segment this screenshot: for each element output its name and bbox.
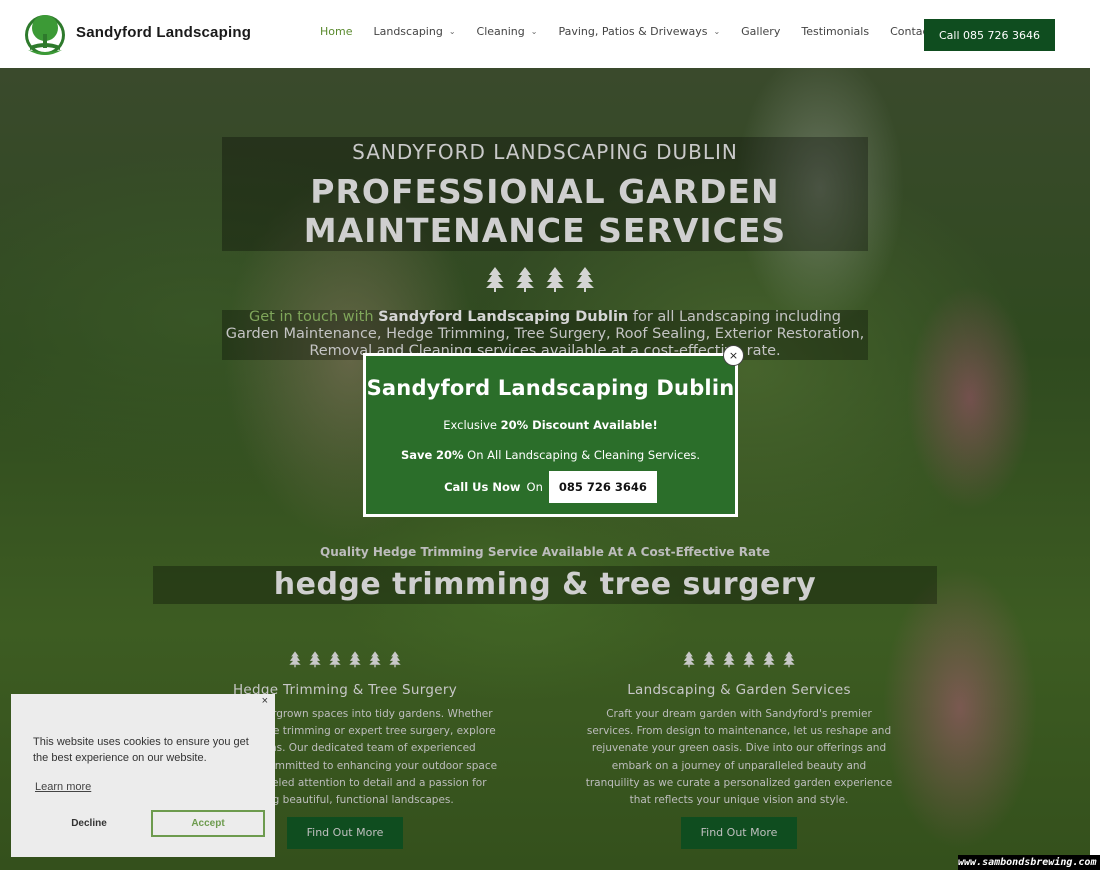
nav-paving-label: Paving, Patios & Driveways: [558, 25, 708, 38]
chevron-down-icon: ⌄: [530, 27, 538, 36]
popup-call-row: Call Us Now On 085 726 3646: [366, 471, 735, 503]
scrollbar-track[interactable]: [1090, 68, 1100, 870]
find-out-more-button[interactable]: Find Out More: [287, 817, 403, 850]
hero-subtitle: SANDYFORD LANDSCAPING DUBLIN: [352, 140, 738, 164]
close-icon[interactable]: ×: [262, 695, 268, 707]
tree-icon: [703, 651, 715, 668]
tree-icon: [576, 267, 594, 292]
service-text: Craft your dream garden with Sandyford's…: [585, 708, 893, 807]
find-out-more-button[interactable]: Find Out More: [681, 817, 797, 850]
learn-more-link[interactable]: Learn more: [35, 781, 91, 793]
hero-title-line1: PROFESSIONAL GARDEN: [310, 172, 780, 211]
site-header: Sandyford Landscaping Home Landscaping ⌄…: [0, 0, 1100, 68]
popup-offer-bold: 20% Discount Available!: [500, 418, 658, 432]
nav-cleaning-label: Cleaning: [476, 25, 525, 38]
tree-icon: [486, 267, 504, 292]
tree-icon: [389, 651, 401, 668]
nav-home[interactable]: Home: [320, 25, 352, 38]
cookie-text: This website uses cookies to ensure you …: [33, 736, 249, 764]
service-column-landscaping: Landscaping & Garden Services Craft your…: [544, 650, 934, 850]
popup-save-line: Save 20% On All Landscaping & Cleaning S…: [366, 448, 735, 462]
intro-bold: Sandyford Landscaping Dublin: [378, 309, 629, 325]
watermark: www.sambondsbrewing.com: [958, 855, 1100, 870]
tree-icon: [783, 651, 795, 668]
tree-icon: [683, 651, 695, 668]
tree-divider: [150, 650, 540, 668]
nav-paving[interactable]: Paving, Patios & Driveways ⌄: [558, 25, 720, 38]
tree-icon: [349, 651, 361, 668]
service-title: Landscaping & Garden Services: [627, 682, 851, 698]
tree-icon: [369, 651, 381, 668]
call-button[interactable]: Call 085 726 3646: [924, 19, 1055, 51]
decline-button[interactable]: Decline: [38, 810, 140, 836]
popup-phone-button[interactable]: 085 726 3646: [548, 471, 657, 503]
logo-icon[interactable]: [24, 10, 66, 58]
popup-offer-line: Exclusive 20% Discount Available!: [366, 418, 735, 432]
hero-title: PROFESSIONAL GARDEN MAINTENANCE SERVICES: [222, 172, 868, 250]
chevron-down-icon: ⌄: [448, 27, 456, 36]
tree-icon: [546, 267, 564, 292]
popup-save-bold: Save: [400, 448, 433, 462]
tree-icon: [743, 651, 755, 668]
popup-call-rest: On: [526, 480, 543, 494]
popup-save-percent: 20%: [435, 448, 464, 462]
service-tagline: Quality Hedge Trimming Service Available…: [320, 545, 770, 559]
tree-icon: [723, 651, 735, 668]
discount-popup: Sandyford Landscaping Dublin Exclusive 2…: [363, 353, 738, 517]
accept-button[interactable]: Accept: [151, 810, 265, 837]
tree-divider: [484, 266, 596, 292]
popup-offer-pre: Exclusive: [443, 418, 497, 432]
nav-gallery-label: Gallery: [741, 25, 781, 38]
main-nav: Home Landscaping ⌄ Cleaning ⌄ Paving, Pa…: [320, 25, 954, 38]
nav-landscaping-label: Landscaping: [373, 25, 443, 38]
cookie-banner: × This website uses cookies to ensure yo…: [11, 694, 275, 857]
nav-cleaning[interactable]: Cleaning ⌄: [477, 25, 538, 38]
tree-icon: [763, 651, 775, 668]
tree-icon: [329, 651, 341, 668]
nav-gallery[interactable]: Gallery: [741, 25, 780, 38]
hero-title-line2: MAINTENANCE SERVICES: [303, 211, 787, 250]
nav-testimonials-label: Testimonials: [801, 25, 870, 38]
section-title: hedge trimming & tree surgery: [153, 566, 937, 604]
tree-icon: [309, 651, 321, 668]
tree-divider: [544, 650, 934, 668]
close-icon[interactable]: ×: [723, 345, 744, 366]
nav-testimonials[interactable]: Testimonials: [801, 25, 869, 38]
tree-icon: [289, 651, 301, 668]
brand-name[interactable]: Sandyford Landscaping: [76, 24, 251, 41]
popup-save-rest: On All Landscaping & Cleaning Services.: [467, 448, 701, 462]
chevron-down-icon: ⌄: [713, 27, 721, 36]
nav-landscaping[interactable]: Landscaping ⌄: [373, 25, 455, 38]
nav-home-label: Home: [320, 25, 353, 38]
intro-highlight[interactable]: Get in touch with: [249, 309, 374, 325]
popup-title: Sandyford Landscaping Dublin: [366, 376, 735, 400]
tree-icon: [516, 267, 534, 292]
popup-call-bold: Call Us Now: [444, 480, 521, 494]
